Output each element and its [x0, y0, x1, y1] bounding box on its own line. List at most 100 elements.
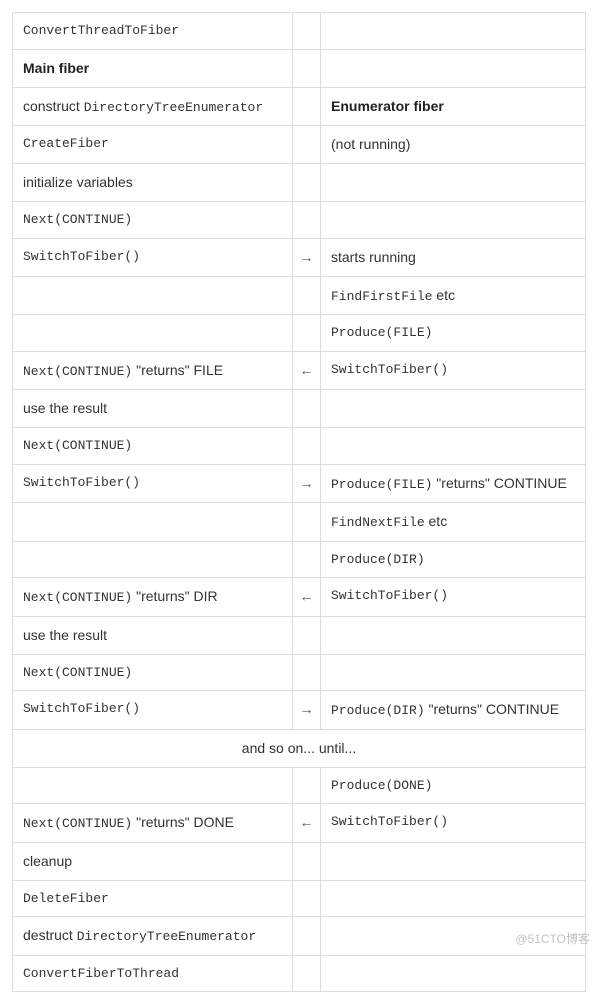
cell-arrow	[293, 917, 321, 956]
cell-left	[13, 315, 293, 352]
text-suffix: "returns" DONE	[132, 814, 234, 830]
cell-arrow	[293, 541, 321, 578]
fiber-sequence-table: ConvertThreadToFiber Main fiber construc…	[12, 12, 586, 992]
code-span: FindFirstFile	[331, 289, 432, 304]
table-row: Next(CONTINUE)	[13, 428, 586, 465]
table-row: Next(CONTINUE) "returns" DIR ← SwitchToF…	[13, 578, 586, 617]
cell-right: FindFirstFile etc	[321, 276, 586, 315]
cell-arrow	[293, 767, 321, 804]
cell-right	[321, 164, 586, 202]
cell-left: SwitchToFiber()	[13, 238, 293, 276]
table-row: and so on... until...	[13, 729, 586, 767]
cell-arrow	[293, 654, 321, 691]
code-span: Next(CONTINUE)	[23, 816, 132, 831]
cell-arrow	[293, 503, 321, 542]
arrow-left-icon: ←	[293, 804, 321, 843]
cell-left: construct DirectoryTreeEnumerator	[13, 87, 293, 126]
text-suffix: "returns" FILE	[132, 362, 223, 378]
text-prefix: destruct	[23, 927, 77, 943]
cell-arrow	[293, 49, 321, 87]
cell-left: destruct DirectoryTreeEnumerator	[13, 917, 293, 956]
table-row: Next(CONTINUE) "returns" DONE ← SwitchTo…	[13, 804, 586, 843]
cell-arrow	[293, 428, 321, 465]
cell-right: SwitchToFiber()	[321, 351, 586, 390]
cell-right	[321, 955, 586, 992]
code-span: Next(CONTINUE)	[23, 364, 132, 379]
cell-right	[321, 880, 586, 917]
cell-left: ConvertFiberToThread	[13, 955, 293, 992]
cell-arrow	[293, 13, 321, 50]
cell-arrow	[293, 87, 321, 126]
cell-left	[13, 503, 293, 542]
cell-right: FindNextFile etc	[321, 503, 586, 542]
cell-left: Next(CONTINUE)	[13, 654, 293, 691]
arrow-right-icon: →	[293, 691, 321, 730]
table-row: FindFirstFile etc	[13, 276, 586, 315]
text-suffix: "returns" CONTINUE	[432, 475, 566, 491]
cell-arrow	[293, 202, 321, 239]
table-row: Next(CONTINUE)	[13, 202, 586, 239]
text-prefix: construct	[23, 98, 84, 114]
code-span: Next(CONTINUE)	[23, 590, 132, 605]
cell-arrow	[293, 126, 321, 164]
cell-left: SwitchToFiber()	[13, 691, 293, 730]
table-row: FindNextFile etc	[13, 503, 586, 542]
code-span: DirectoryTreeEnumerator	[77, 929, 256, 944]
cell-right: Produce(FILE)	[321, 315, 586, 352]
code-span: FindNextFile	[331, 515, 425, 530]
ellipsis-row: and so on... until...	[13, 729, 586, 767]
cell-left: Next(CONTINUE) "returns" DIR	[13, 578, 293, 617]
cell-right: Produce(DIR) "returns" CONTINUE	[321, 691, 586, 730]
cell-left	[13, 276, 293, 315]
cell-left: ConvertThreadToFiber	[13, 13, 293, 50]
cell-arrow	[293, 842, 321, 880]
cell-arrow	[293, 276, 321, 315]
table-row: SwitchToFiber() → Produce(FILE) "returns…	[13, 464, 586, 503]
code-span: Produce(FILE)	[331, 477, 432, 492]
table-row: Main fiber	[13, 49, 586, 87]
cell-arrow	[293, 880, 321, 917]
cell-right	[321, 654, 586, 691]
table-row: SwitchToFiber() → starts running	[13, 238, 586, 276]
cell-arrow	[293, 390, 321, 428]
cell-right	[321, 917, 586, 956]
table-row: construct DirectoryTreeEnumerator Enumer…	[13, 87, 586, 126]
table-row: Next(CONTINUE) "returns" FILE ← SwitchTo…	[13, 351, 586, 390]
cell-right: Produce(DIR)	[321, 541, 586, 578]
table-row: use the result	[13, 390, 586, 428]
table-row: CreateFiber (not running)	[13, 126, 586, 164]
table-row: destruct DirectoryTreeEnumerator	[13, 917, 586, 956]
cell-left: Next(CONTINUE) "returns" DONE	[13, 804, 293, 843]
table-row: ConvertFiberToThread	[13, 955, 586, 992]
cell-left: use the result	[13, 390, 293, 428]
cell-left: cleanup	[13, 842, 293, 880]
cell-right: SwitchToFiber()	[321, 804, 586, 843]
cell-right	[321, 428, 586, 465]
cell-arrow	[293, 955, 321, 992]
cell-right: (not running)	[321, 126, 586, 164]
cell-right	[321, 842, 586, 880]
text-suffix: etc	[432, 287, 455, 303]
table-row: Produce(DONE)	[13, 767, 586, 804]
table-row: Produce(FILE)	[13, 315, 586, 352]
code-span: Produce(DIR)	[331, 703, 425, 718]
cell-right	[321, 13, 586, 50]
table-row: Produce(DIR)	[13, 541, 586, 578]
cell-right	[321, 616, 586, 654]
table-row: Next(CONTINUE)	[13, 654, 586, 691]
table-row: DeleteFiber	[13, 880, 586, 917]
text-suffix: etc	[425, 513, 448, 529]
cell-arrow	[293, 315, 321, 352]
cell-arrow	[293, 616, 321, 654]
cell-right: Produce(DONE)	[321, 767, 586, 804]
cell-left: DeleteFiber	[13, 880, 293, 917]
table-row: initialize variables	[13, 164, 586, 202]
text-suffix: "returns" CONTINUE	[425, 701, 559, 717]
cell-left: use the result	[13, 616, 293, 654]
cell-left: Next(CONTINUE)	[13, 428, 293, 465]
cell-left	[13, 767, 293, 804]
table-row: ConvertThreadToFiber	[13, 13, 586, 50]
table-row: use the result	[13, 616, 586, 654]
cell-left: SwitchToFiber()	[13, 464, 293, 503]
cell-right: SwitchToFiber()	[321, 578, 586, 617]
